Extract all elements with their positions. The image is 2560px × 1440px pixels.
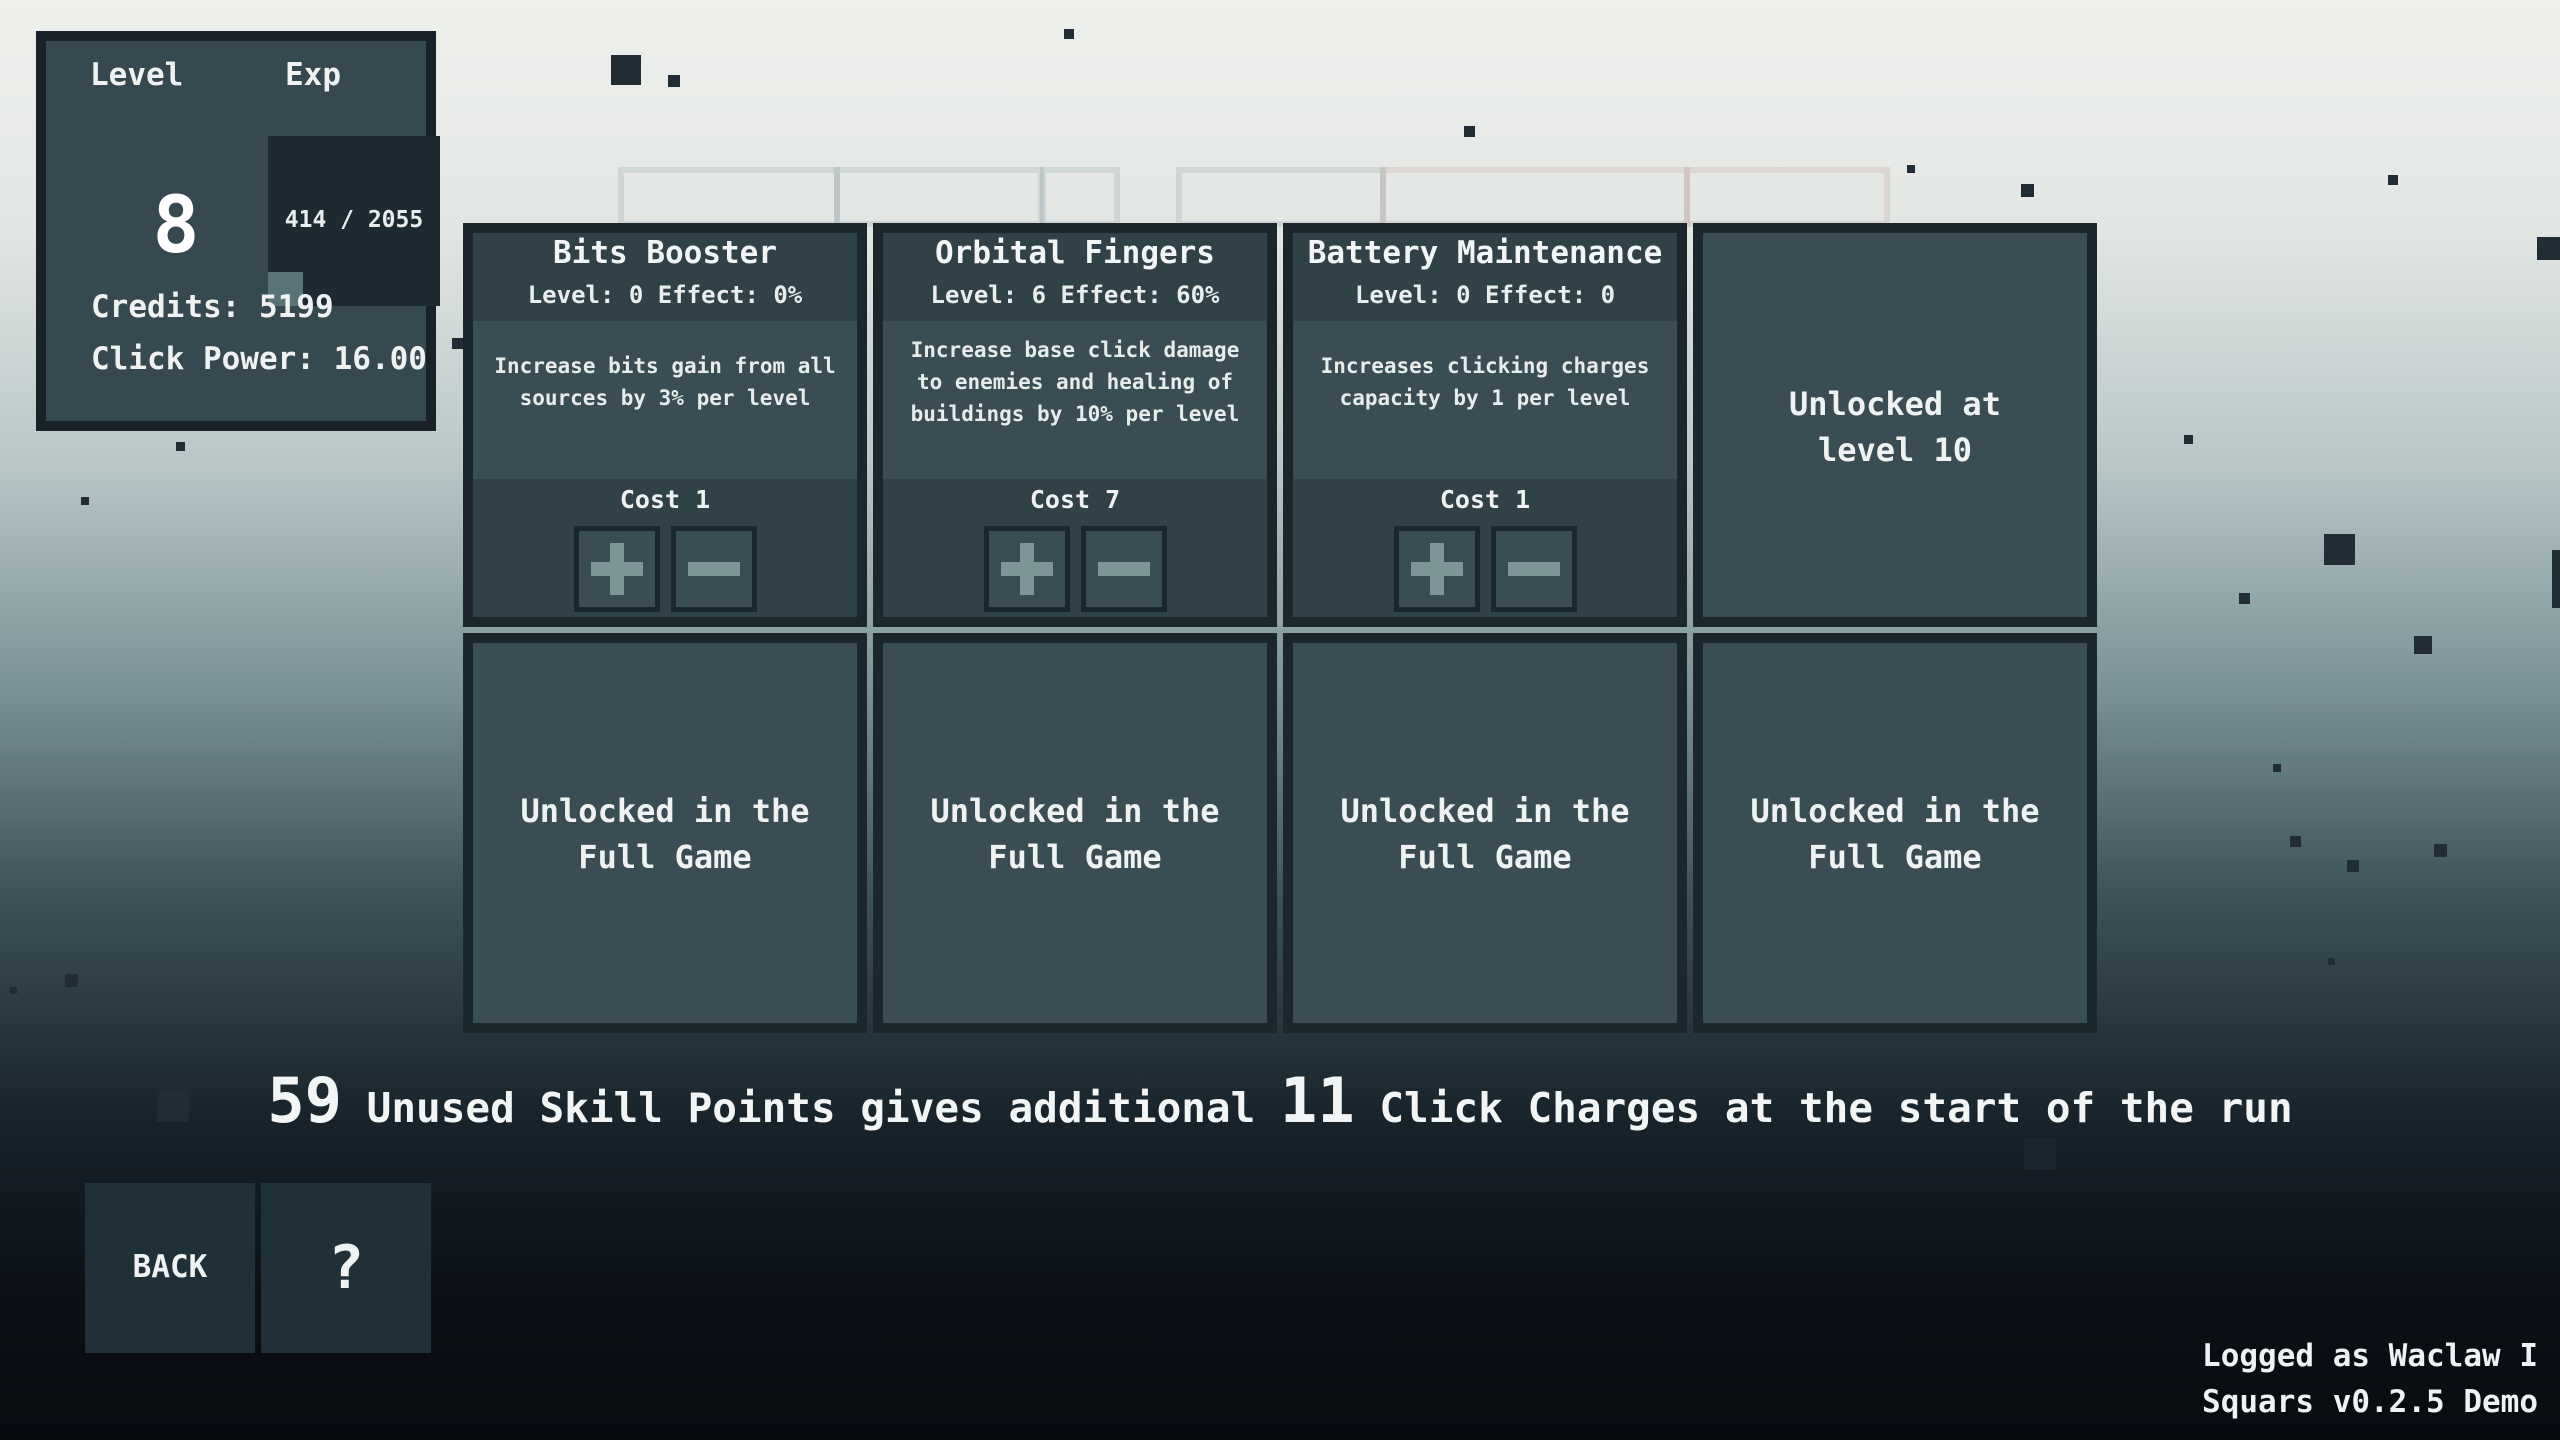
skill-description: Increase base click damage to enemies an… [910, 338, 1240, 426]
background-frame [1684, 167, 1890, 227]
skill-title: Battery Maintenance [1307, 235, 1663, 271]
unused-points-message: 59 Unused Skill Points gives additional … [260, 1070, 2300, 1139]
back-button[interactable]: BACK [85, 1183, 255, 1353]
particle [81, 497, 89, 505]
particle [2347, 860, 2359, 872]
skill-stats: Level: 6 Effect: 60% [930, 281, 1220, 309]
particle [2184, 435, 2193, 444]
locked-message: Unlocked at level 10 [1789, 385, 2001, 469]
skill-card-locked-level: Unlocked at level 10 [1693, 223, 2097, 627]
skill-minus-button[interactable] [1491, 526, 1577, 612]
logged-as-text: Logged as Waclaw I [2202, 1338, 2538, 1374]
message-text-1: Unused Skill Points gives additional [366, 1084, 1256, 1132]
minus-icon [1508, 562, 1560, 576]
locked-message: Unlocked in the Full Game [520, 792, 810, 876]
background-frame [1176, 167, 1386, 227]
background-frame [834, 167, 1044, 227]
particle [2024, 1138, 2056, 1170]
exp-label: Exp [285, 57, 341, 93]
skill-description: Increases clicking charges capacity by 1… [1320, 354, 1650, 410]
particle [2273, 764, 2281, 772]
skill-cost: Cost 7 [1029, 485, 1121, 514]
particle [2414, 636, 2432, 654]
particle [2552, 550, 2560, 608]
skill-stats: Level: 0 Effect: 0 [1354, 281, 1616, 309]
locked-message: Unlocked in the Full Game [1340, 792, 1630, 876]
skill-card-orbital-fingers: Orbital Fingers Level: 6 Effect: 60% Inc… [873, 223, 1277, 627]
skill-cost: Cost 1 [1439, 485, 1531, 514]
particle [2537, 237, 2560, 260]
background-frame [618, 167, 840, 227]
particle [2434, 844, 2447, 857]
particle [2328, 958, 2335, 965]
skill-card-locked-full-game: Unlocked in the Full Game [1693, 633, 2097, 1033]
help-icon: ? [327, 1233, 365, 1303]
particle [2324, 534, 2355, 565]
skill-stats: Level: 0 Effect: 0% [527, 281, 803, 309]
skill-plus-button[interactable] [1394, 526, 1480, 612]
player-stats-panel: Level Exp 8 414 / 2055 Credits: 5199 Cli… [36, 31, 440, 431]
particle [65, 974, 78, 987]
particle [2388, 175, 2398, 185]
click-power-text: Click Power: 16.00 [91, 341, 427, 377]
unused-points-count: 59 [267, 1064, 342, 1137]
skill-card-locked-full-game: Unlocked in the Full Game [873, 633, 1277, 1033]
help-button[interactable]: ? [261, 1183, 431, 1353]
particle [176, 442, 185, 451]
particle [157, 1090, 189, 1122]
level-label: Level [90, 57, 184, 93]
version-text: Squars v0.2.5 Demo [2202, 1384, 2538, 1420]
particle [452, 338, 463, 349]
skill-title: Bits Booster [553, 235, 777, 271]
particle [1907, 165, 1915, 173]
particle [2021, 184, 2034, 197]
particle [1464, 126, 1475, 137]
skill-grid: Bits Booster Level: 0 Effect: 0% Increas… [463, 223, 2097, 1034]
footer-info: Logged as Waclaw I Squars v0.2.5 Demo [2202, 1333, 2538, 1425]
particle [2239, 593, 2250, 604]
extra-charges-count: 11 [1280, 1064, 1355, 1137]
skill-card-bits-booster: Bits Booster Level: 0 Effect: 0% Increas… [463, 223, 867, 627]
locked-message: Unlocked in the Full Game [930, 792, 1220, 876]
skill-card-locked-full-game: Unlocked in the Full Game [463, 633, 867, 1033]
background-frame [1380, 167, 1690, 227]
credits-text: Credits: 5199 [91, 289, 334, 325]
particle [611, 55, 641, 85]
skill-description: Increase bits gain from all sources by 3… [494, 354, 836, 410]
minus-icon [1098, 562, 1150, 576]
skill-minus-button[interactable] [1081, 526, 1167, 612]
skill-plus-button[interactable] [984, 526, 1070, 612]
minus-icon [688, 562, 740, 576]
plus-icon [1001, 543, 1053, 595]
skill-plus-button[interactable] [574, 526, 660, 612]
skill-cost: Cost 1 [619, 485, 711, 514]
skill-card-locked-full-game: Unlocked in the Full Game [1283, 633, 1687, 1033]
skill-minus-button[interactable] [671, 526, 757, 612]
particle [2290, 836, 2301, 847]
locked-message: Unlocked in the Full Game [1750, 792, 2040, 876]
background-frame [1040, 167, 1120, 227]
plus-icon [1411, 543, 1463, 595]
message-text-2: Click Charges at the start of the run [1379, 1084, 2293, 1132]
plus-icon [591, 543, 643, 595]
particle [1064, 29, 1074, 39]
particle [10, 987, 17, 994]
particle [668, 75, 680, 87]
exp-value: 414 / 2055 [284, 207, 424, 233]
skill-title: Orbital Fingers [935, 235, 1215, 271]
level-value: 8 [152, 181, 200, 271]
skill-card-battery-maintenance: Battery Maintenance Level: 0 Effect: 0 I… [1283, 223, 1687, 627]
back-button-label: BACK [132, 1249, 208, 1285]
